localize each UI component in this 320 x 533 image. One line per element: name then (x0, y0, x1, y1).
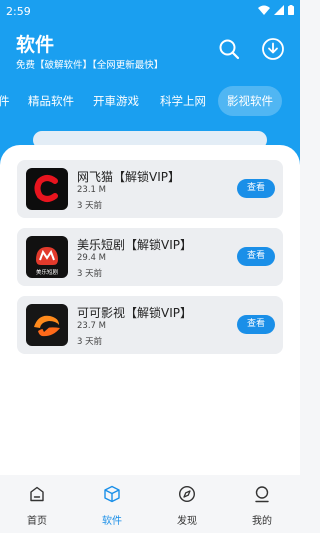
search-button[interactable] (217, 37, 241, 61)
page-title: 软件 (16, 34, 55, 56)
tab-video-software[interactable]: 影视软件 (218, 86, 282, 116)
signal-icon (274, 5, 284, 15)
svg-text:美乐短剧: 美乐短剧 (36, 268, 59, 276)
nav-label: 软件 (102, 516, 122, 527)
status-time: 2:59 (6, 5, 31, 18)
compass-icon (178, 485, 196, 503)
app-item-netflix-cat[interactable]: 网飞猫【解锁VIP】 23.1 M 3 天前 查看 (17, 160, 283, 218)
nav-discover[interactable]: 发现 (157, 485, 217, 529)
app-item-keke-video[interactable]: 可可影视【解锁VIP】 23.7 M 3 天前 查看 (17, 296, 283, 354)
page-subtitle: 免费【破解软件】【全网更新最快】 (16, 60, 164, 71)
tab-partial[interactable]: 件 (0, 86, 10, 116)
tab-premium-software[interactable]: 精品软件 (28, 86, 74, 116)
app-size: 23.7 M (77, 321, 106, 331)
nav-label: 发现 (177, 516, 197, 527)
search-icon (219, 39, 240, 60)
package-icon (103, 485, 121, 503)
tab-vpn[interactable]: 科学上网 (160, 86, 206, 116)
app-size: 23.1 M (77, 185, 106, 195)
app-name: 网飞猫【解锁VIP】 (77, 170, 180, 184)
app-size: 29.4 M (77, 253, 106, 263)
app-item-meile-drama[interactable]: 美乐短剧 美乐短剧【解锁VIP】 29.4 M 3 天前 查看 (17, 228, 283, 286)
nav-home[interactable]: 首页 (7, 485, 67, 529)
app-name: 美乐短剧【解锁VIP】 (77, 238, 192, 252)
status-bar: 2:59 (0, 0, 300, 24)
status-icons (258, 5, 294, 15)
view-button[interactable]: 查看 (237, 315, 275, 334)
nav-profile[interactable]: 我的 (232, 485, 292, 529)
nav-software[interactable]: 软件 (82, 485, 142, 529)
netflix-cat-logo (26, 168, 68, 210)
user-icon (253, 485, 271, 503)
view-button[interactable]: 查看 (237, 247, 275, 266)
keke-video-logo (26, 304, 68, 346)
wifi-icon (258, 5, 270, 15)
tab-games[interactable]: 开車游戏 (93, 86, 139, 116)
download-button[interactable] (261, 37, 285, 61)
app-date: 3 天前 (77, 337, 103, 347)
app-date: 3 天前 (77, 201, 103, 211)
app-name: 可可影视【解锁VIP】 (77, 306, 192, 320)
meile-drama-logo: 美乐短剧 (26, 236, 68, 278)
bottom-nav: 首页 软件 发现 我的 (0, 475, 300, 533)
download-icon (262, 38, 284, 60)
category-tabs: 件 精品软件 开車游戏 科学上网 影视软件 (0, 86, 300, 116)
nav-label: 我的 (252, 516, 272, 527)
nav-label: 首页 (27, 516, 47, 527)
battery-icon (288, 5, 294, 15)
app-date: 3 天前 (77, 269, 103, 279)
home-icon (28, 485, 46, 503)
view-button[interactable]: 查看 (237, 179, 275, 198)
